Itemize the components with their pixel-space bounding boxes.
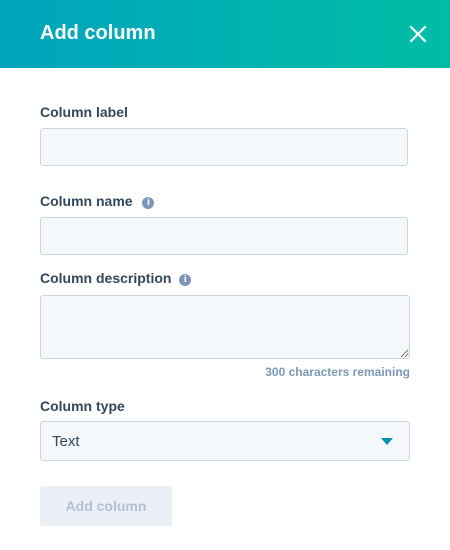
dialog-title: Add column xyxy=(40,22,156,44)
column-description-label: Column description i xyxy=(40,270,192,286)
characters-remaining: 300 characters remaining xyxy=(265,365,410,379)
close-icon xyxy=(409,25,427,43)
column-name-input[interactable] xyxy=(40,217,408,255)
dialog-header: Add column xyxy=(0,0,450,68)
column-type-label: Column type xyxy=(40,398,125,414)
info-icon[interactable]: i xyxy=(142,197,155,209)
chevron-down-icon xyxy=(381,438,393,445)
column-name-label: Column name i xyxy=(40,193,155,209)
column-description-textarea[interactable] xyxy=(40,295,410,359)
column-label-label: Column label xyxy=(40,104,128,120)
column-type-select[interactable]: Text xyxy=(40,421,410,461)
close-button[interactable] xyxy=(404,20,432,48)
add-column-button[interactable]: Add column xyxy=(40,486,172,526)
column-label-input[interactable] xyxy=(40,128,408,166)
column-type-value: Text xyxy=(52,433,80,450)
info-icon[interactable]: i xyxy=(179,274,192,286)
